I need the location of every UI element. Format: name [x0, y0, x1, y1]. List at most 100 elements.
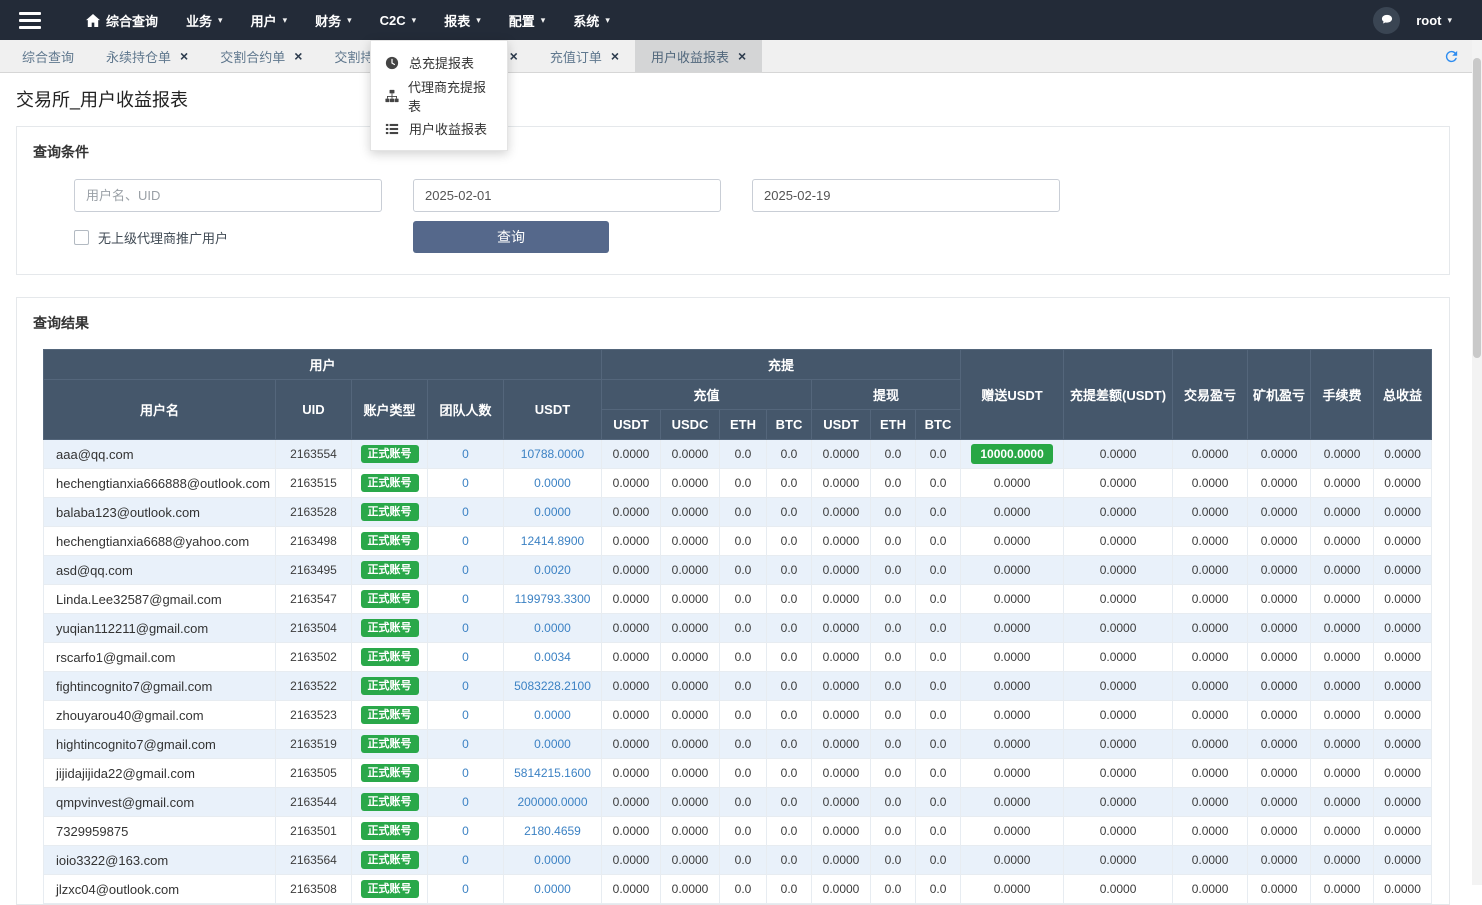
withdraw-cell: 0.0000 — [812, 788, 871, 817]
query-form-row-1 — [74, 179, 1429, 212]
usdt-balance-cell: 0.0000 — [504, 498, 602, 527]
withdraw-cell: 0.0 — [871, 788, 916, 817]
tab[interactable]: 充值订单× — [534, 40, 635, 72]
withdraw-cell: 0.0 — [871, 469, 916, 498]
deposit-cell: 0.0000 — [661, 614, 720, 643]
team-count-link[interactable]: 0 — [462, 650, 469, 664]
team-count-link[interactable]: 0 — [462, 592, 469, 606]
team-count-link[interactable]: 0 — [462, 447, 469, 461]
usdt-balance-link[interactable]: 5083228.2100 — [514, 679, 591, 693]
fee-cell: 0.0000 — [1311, 469, 1374, 498]
usdt-balance-link[interactable]: 0.0000 — [534, 882, 571, 896]
deposit-cell: 0.0 — [767, 643, 812, 672]
user-menu[interactable]: root ▾ — [1416, 13, 1452, 28]
usdt-balance-link[interactable]: 0.0000 — [534, 476, 571, 490]
deposit-cell: 0.0000 — [602, 672, 661, 701]
table-row: balaba123@outlook.com2163528正式账号00.00000… — [44, 498, 1432, 527]
usdt-balance-link[interactable]: 1199793.3300 — [515, 592, 591, 606]
tab-close-icon[interactable]: × — [510, 49, 518, 63]
tab-close-icon[interactable]: × — [738, 49, 746, 63]
scrollbar-thumb[interactable] — [1473, 58, 1481, 358]
nav-item-finance[interactable]: 财务▾ — [301, 0, 366, 40]
team-count-link[interactable]: 0 — [462, 505, 469, 519]
team-count-link[interactable]: 0 — [462, 853, 469, 867]
team-count-link[interactable]: 0 — [462, 708, 469, 722]
col-withdraw-usdt: USDT — [812, 410, 871, 440]
team-count-link[interactable]: 0 — [462, 882, 469, 896]
scrollbar[interactable] — [1472, 40, 1482, 885]
tab-label: 用户收益报表 — [651, 47, 729, 66]
usdt-balance-link[interactable]: 10788.0000 — [521, 447, 584, 461]
table-row: rscarfo1@gmail.com2163502正式账号00.00340.00… — [44, 643, 1432, 672]
nav-item-c2c[interactable]: C2C▾ — [366, 0, 431, 40]
usdt-balance-link[interactable]: 0.0034 — [534, 650, 571, 664]
nav-item-report[interactable]: 报表▾ — [430, 0, 495, 40]
team-count-link[interactable]: 0 — [462, 621, 469, 635]
col-deposit-eth: ETH — [720, 410, 767, 440]
account-type-cell: 正式账号 — [352, 527, 428, 556]
usdt-balance-link[interactable]: 2180.4659 — [524, 824, 581, 838]
fee-cell: 0.0000 — [1311, 643, 1374, 672]
dropdown-item[interactable]: 代理商充提报表 — [371, 79, 507, 112]
tab[interactable]: 交割合约单× — [204, 40, 318, 72]
withdraw-cell: 0.0 — [871, 556, 916, 585]
trade-pl-cell: 0.0000 — [1173, 730, 1248, 759]
nav-item-system[interactable]: 系统▾ — [559, 0, 624, 40]
team-count-link[interactable]: 0 — [462, 534, 469, 548]
date-to-input[interactable] — [752, 179, 1060, 212]
nav-item-business[interactable]: 业务▾ — [172, 0, 237, 40]
usdt-balance-link[interactable]: 0.0000 — [534, 708, 571, 722]
usdt-balance-link[interactable]: 0.0000 — [534, 737, 571, 751]
tab[interactable]: 用户收益报表 × — [635, 40, 762, 72]
tab-close-icon[interactable]: × — [180, 49, 188, 63]
team-count-link[interactable]: 0 — [462, 795, 469, 809]
deposit-cell: 0.0000 — [602, 846, 661, 875]
usdt-balance-link[interactable]: 5814215.1600 — [514, 766, 591, 780]
nav-item-label: 综合查询 — [106, 11, 158, 30]
usdt-balance-cell: 0.0000 — [504, 846, 602, 875]
dropdown-item[interactable]: 总充提报表 — [371, 46, 507, 79]
tab[interactable]: 永续持仓单× — [90, 40, 204, 72]
miner-pl-cell: 0.0000 — [1248, 498, 1311, 527]
team-count-link[interactable]: 0 — [462, 476, 469, 490]
chat-icon[interactable] — [1373, 7, 1400, 34]
team-count-link[interactable]: 0 — [462, 679, 469, 693]
team-count-link[interactable]: 0 — [462, 766, 469, 780]
col-group-withdraw: 提现 — [812, 380, 961, 410]
date-from-input[interactable] — [413, 179, 721, 212]
usdt-balance-link[interactable]: 12414.8900 — [521, 534, 584, 548]
refresh-button[interactable] — [1443, 40, 1460, 72]
usdt-balance-cell: 0.0000 — [504, 730, 602, 759]
hamburger-menu-icon[interactable] — [0, 0, 60, 40]
tab-close-icon[interactable]: × — [294, 49, 302, 63]
username-cell: jlzxc04@outlook.com — [44, 875, 276, 904]
team-count-link[interactable]: 0 — [462, 737, 469, 751]
team-count-cell: 0 — [428, 643, 504, 672]
usdt-balance-link[interactable]: 0.0000 — [534, 621, 571, 635]
search-button[interactable]: 查询 — [413, 221, 609, 253]
usdt-balance-link[interactable]: 200000.0000 — [517, 795, 587, 809]
uid-cell: 2163564 — [276, 846, 352, 875]
usdt-balance-link[interactable]: 0.0000 — [534, 853, 571, 867]
nav-item-config[interactable]: 配置▾ — [495, 0, 560, 40]
deposit-cell: 0.0000 — [602, 730, 661, 759]
nav-item-user[interactable]: 用户▾ — [237, 0, 302, 40]
team-count-link[interactable]: 0 — [462, 824, 469, 838]
team-count-link[interactable]: 0 — [462, 563, 469, 577]
deposit-cell: 0.0000 — [661, 875, 720, 904]
usdt-balance-cell: 5083228.2100 — [504, 672, 602, 701]
usdt-balance-link[interactable]: 0.0000 — [534, 505, 571, 519]
usdt-balance-link[interactable]: 0.0020 — [534, 563, 571, 577]
miner-pl-cell: 0.0000 — [1248, 440, 1311, 469]
tab-close-icon[interactable]: × — [611, 49, 619, 63]
dropdown-item[interactable]: 用户收益报表 — [371, 112, 507, 145]
miner-pl-cell: 0.0000 — [1248, 788, 1311, 817]
total-cell: 0.0000 — [1374, 788, 1432, 817]
no-agent-checkbox[interactable] — [74, 230, 89, 245]
team-count-cell: 0 — [428, 556, 504, 585]
username-uid-input[interactable] — [74, 179, 382, 212]
nav-item-overview[interactable]: 综合查询 — [72, 0, 172, 40]
tab[interactable]: 综合查询 — [6, 40, 90, 72]
dropdown-item-label: 总充提报表 — [409, 53, 474, 72]
total-cell: 0.0000 — [1374, 701, 1432, 730]
